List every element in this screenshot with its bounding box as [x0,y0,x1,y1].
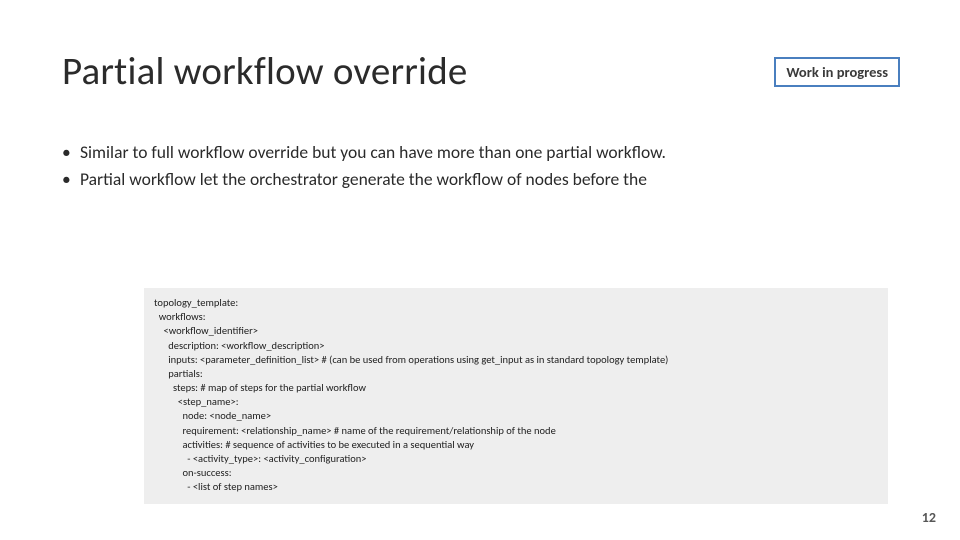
code-line: workflows: [154,310,878,324]
page-number: 12 [922,509,936,526]
title-row: Partial workflow override Work in progre… [62,48,900,95]
code-line: description: <workflow_description> [154,339,878,353]
bullet-dot-icon [62,140,80,165]
bullet-dot-icon [62,167,80,192]
code-line: <step_name>: [154,395,878,409]
slide-title: Partial workflow override [62,48,468,95]
bullet-text: Partial workflow let the orchestrator ge… [80,167,647,192]
code-line: inputs: <parameter_definition_list> # (c… [154,353,878,367]
code-line: node: <node_name> [154,409,878,423]
code-line: activities: # sequence of activities to … [154,438,878,452]
status-badge: Work in progress [774,57,900,87]
code-line: partials: [154,367,878,381]
code-block: topology_template: workflows: <workflow_… [144,288,888,504]
code-line: - <activity_type>: <activity_configurati… [154,452,878,466]
bullet-item: Similar to full workflow override but yo… [62,140,900,165]
code-line: topology_template: [154,296,878,310]
code-line: steps: # map of steps for the partial wo… [154,381,878,395]
code-line: - <list of step names> [154,480,878,494]
code-line: requirement: <relationship_name> # name … [154,424,878,438]
bullet-text: Similar to full workflow override but yo… [80,140,666,165]
bullet-list: Similar to full workflow override but yo… [62,140,900,193]
code-line: on-success: [154,466,878,480]
slide: Partial workflow override Work in progre… [0,0,960,540]
bullet-item: Partial workflow let the orchestrator ge… [62,167,900,192]
code-line: <workflow_identifier> [154,324,878,338]
